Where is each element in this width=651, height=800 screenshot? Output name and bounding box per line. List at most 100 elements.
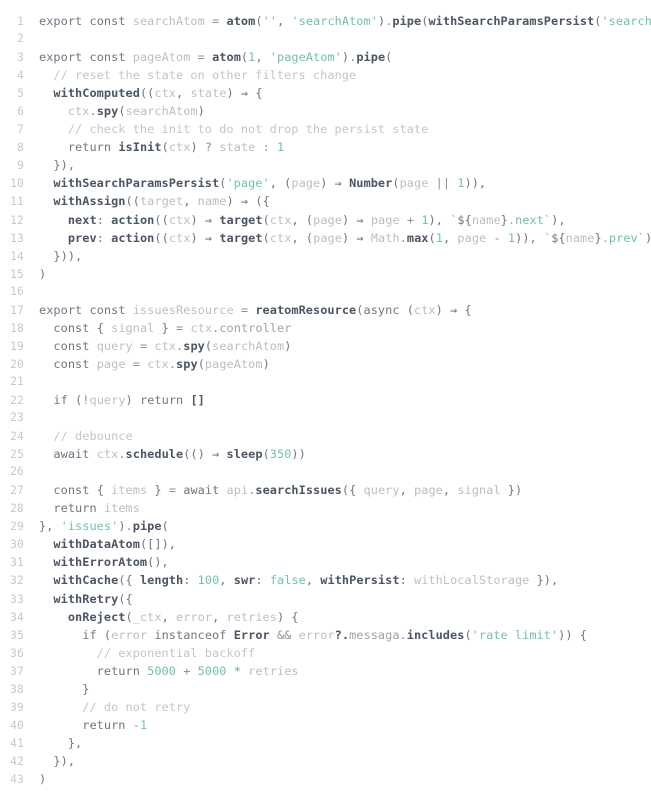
- line-number: 32: [10, 574, 24, 588]
- line-code: export const searchAtom = atom('', 'sear…: [39, 14, 651, 28]
- line-code: return 5000 + 5000 * retries: [96, 663, 299, 678]
- line-number: 10: [10, 177, 24, 191]
- line-code: // reset the state on other filters chan…: [39, 68, 357, 83]
- line-code: next: action((ctx) ⇒ target(ctx, (page) …: [67, 212, 566, 227]
- line-number: 2: [17, 32, 24, 46]
- line-number: 29: [10, 520, 24, 534]
- code-line: 11 withAssign((target, name) ⇒ ({: [0, 192, 651, 210]
- line-number: 6: [17, 105, 24, 119]
- line-code: }, 'issues').pipe(: [39, 519, 169, 534]
- line-number: 30: [10, 538, 24, 552]
- line-code: const { signal } = ctx.controller: [53, 320, 292, 335]
- code-line: 25 await ctx.schedule(() ⇒ sleep(350)): [0, 445, 651, 463]
- line-code: // do not retry: [39, 699, 191, 714]
- line-number: 22: [10, 393, 24, 407]
- line-number: 36: [10, 646, 24, 660]
- code-line: 31 withErrorAtom(),: [0, 553, 651, 571]
- code-line: 12 next: action((ctx) ⇒ target(ctx, (pag…: [0, 211, 651, 229]
- line-number: 19: [10, 339, 24, 353]
- line-number: 18: [10, 321, 24, 335]
- code-line: 33 withRetry({: [0, 590, 651, 608]
- code-line: 38 }: [0, 680, 651, 698]
- code-line: 6 ctx.spy(searchAtom): [0, 102, 651, 120]
- code-line: 29 }, 'issues').pipe(: [0, 517, 651, 535]
- code-line: 10 withSearchParamsPersist('page', (page…: [0, 174, 651, 192]
- line-number: 33: [10, 592, 24, 606]
- line-number: 8: [17, 141, 24, 155]
- line-number: 43: [10, 772, 24, 786]
- line-code: if (error instanceof Error && error?.mes…: [82, 627, 588, 642]
- code-line: 8 return isInit(ctx) ? state : 1: [0, 138, 651, 156]
- line-number: 14: [10, 249, 24, 263]
- line-number: 1: [17, 15, 24, 28]
- code-line: 34 onReject(_ctx, error, retries) {: [0, 608, 651, 626]
- code-line: 15 ): [0, 265, 651, 283]
- line-number: 42: [10, 754, 24, 768]
- line-code: ): [39, 771, 47, 786]
- line-number: 34: [10, 610, 24, 624]
- line-code: }),: [39, 753, 76, 768]
- code-line: 30 withDataAtom([]),: [0, 535, 651, 553]
- code-line: 24 // debounce: [0, 427, 651, 445]
- code-line: 16: [0, 283, 651, 301]
- line-number: 20: [10, 357, 24, 371]
- line-code: await ctx.schedule(() ⇒ sleep(350)): [53, 447, 306, 462]
- line-number: 3: [17, 51, 24, 65]
- line-code: const { items } = await api.searchIssues…: [53, 483, 523, 498]
- line-code: prev: action((ctx) ⇒ target(ctx, (page) …: [67, 230, 651, 245]
- code-line: 27 const { items } = await api.searchIss…: [0, 481, 651, 499]
- line-code: export const issuesResource = reatomReso…: [39, 302, 472, 317]
- code-line: 21: [0, 373, 651, 391]
- line-code: const page = ctx.spy(pageAtom): [53, 356, 270, 371]
- code-line: 1 export const searchAtom = atom('', 'se…: [0, 12, 651, 30]
- line-code: withRetry({: [53, 591, 133, 606]
- line-code: }),: [39, 158, 76, 173]
- code-line: 32 withCache({ length: 100, swr: false, …: [0, 571, 651, 589]
- line-code: if (!query) return []: [53, 392, 205, 407]
- line-code: return -1: [82, 717, 148, 732]
- line-number: 13: [10, 231, 24, 245]
- code-line: 17 export const issuesResource = reatomR…: [0, 301, 651, 319]
- code-line: 28 return items: [0, 499, 651, 517]
- code-line: 42 }),: [0, 752, 651, 770]
- code-line: 4 // reset the state on other filters ch…: [0, 66, 651, 84]
- code-line: 39 // do not retry: [0, 698, 651, 716]
- code-line: 7 // check the init to do not drop the p…: [0, 120, 651, 138]
- line-number: 38: [10, 682, 24, 696]
- code-line: 9 }),: [0, 156, 651, 174]
- line-number: 5: [17, 87, 24, 101]
- code-line: 40 return -1: [0, 716, 651, 734]
- line-number: 16: [10, 284, 24, 298]
- line-code: }: [39, 681, 90, 696]
- code-line: 23: [0, 409, 651, 427]
- line-code: onReject(_ctx, error, retries) {: [67, 609, 299, 624]
- line-number: 41: [10, 736, 24, 750]
- line-number: 11: [10, 195, 24, 209]
- line-number: 26: [10, 465, 24, 479]
- code-line: 5 withComputed((ctx, state) ⇒ {: [0, 84, 651, 102]
- line-code: ): [39, 266, 47, 281]
- line-code: withSearchParamsPersist('page', (page) ⇒…: [53, 176, 487, 191]
- code-line: 35 if (error instanceof Error && error?.…: [0, 626, 651, 644]
- code-snippet-viewer[interactable]: 1 export const searchAtom = atom('', 'se…: [0, 0, 651, 800]
- line-code: })),: [39, 248, 83, 263]
- code-line: 19 const query = ctx.spy(searchAtom): [0, 337, 651, 355]
- line-code: withErrorAtom(),: [53, 555, 169, 570]
- line-number: 37: [10, 664, 24, 678]
- line-number: 7: [17, 123, 24, 137]
- code-line: 36 // exponential backoff: [0, 644, 651, 662]
- line-code: return items: [53, 501, 140, 516]
- line-code: withAssign((target, name) ⇒ ({: [53, 194, 270, 209]
- code-line: 43 ): [0, 770, 651, 788]
- code-line: 2: [0, 30, 651, 48]
- line-number: 24: [10, 430, 24, 444]
- line-number: 17: [10, 303, 24, 317]
- line-number: 28: [10, 502, 24, 516]
- line-code: return isInit(ctx) ? state : 1: [67, 140, 285, 155]
- code-line: 14 })),: [0, 247, 651, 265]
- line-number: 31: [10, 556, 24, 570]
- line-code: const query = ctx.spy(searchAtom): [53, 338, 292, 353]
- line-number: 4: [17, 69, 24, 83]
- line-code: // debounce: [39, 429, 133, 444]
- line-number: 27: [10, 484, 24, 498]
